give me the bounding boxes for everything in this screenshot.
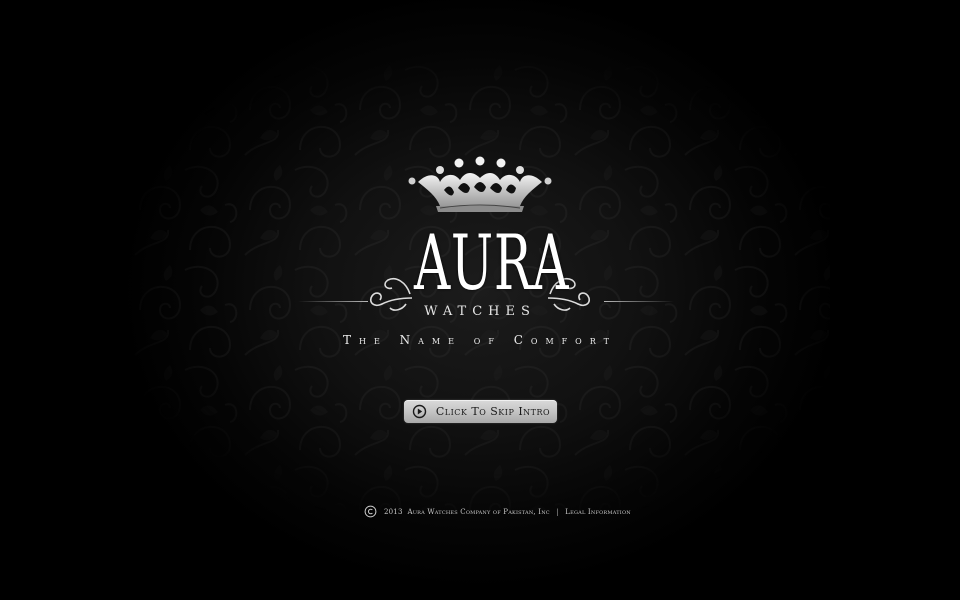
brand-logo-wordmark: AURA — [414, 218, 570, 307]
intro-page: AURA WATCHES The Name of Comfort Click T… — [0, 0, 960, 600]
copyright-year: 2013 — [384, 508, 403, 516]
brand-subtitle: WATCHES — [424, 304, 536, 319]
divider-line-left — [298, 301, 368, 302]
play-arrow-icon — [412, 404, 427, 419]
copyright-icon — [364, 505, 377, 518]
divider-line-right — [604, 301, 674, 302]
skip-intro-button[interactable]: Click To Skip Intro — [404, 400, 557, 423]
footer-separator: | — [556, 508, 559, 516]
skip-intro-label: Click To Skip Intro — [435, 405, 551, 418]
footer-text: 2013 Aura Watches Company of Pakistan, I… — [384, 504, 631, 520]
brand-tagline: The Name of Comfort — [343, 333, 617, 347]
footer: 2013 Aura Watches Company of Pakistan, I… — [360, 504, 631, 520]
crown-logo-icon — [408, 156, 552, 212]
company-name: Aura Watches Company of Pakistan, Inc — [407, 508, 550, 516]
legal-information-link[interactable]: Legal Information — [565, 508, 631, 516]
